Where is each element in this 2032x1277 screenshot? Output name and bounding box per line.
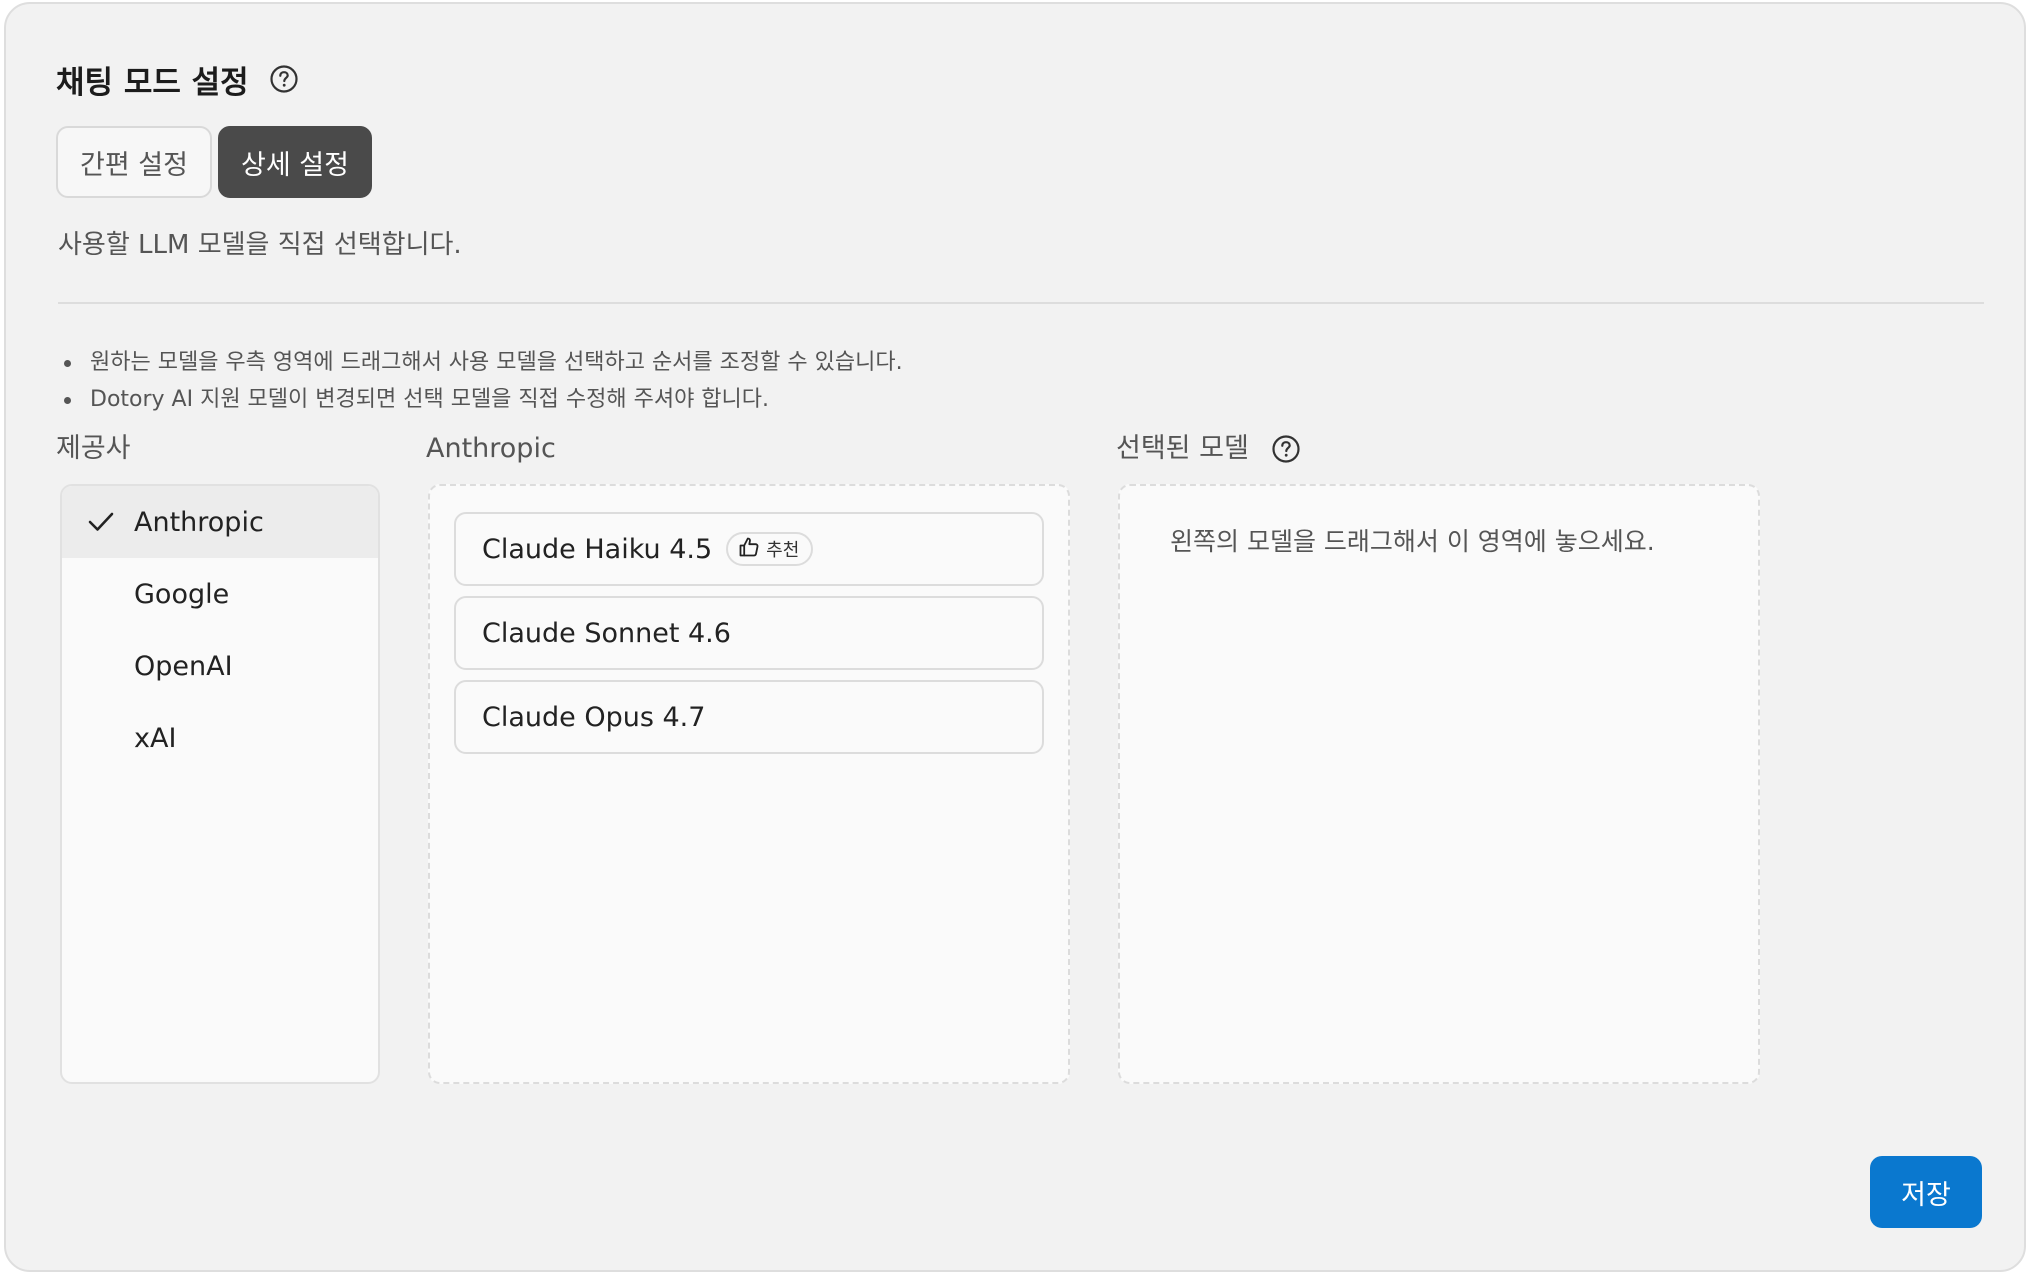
badge-label: 추천 — [766, 540, 800, 561]
model-card-claude-haiku[interactable]: Claude Haiku 4.5 추천 — [454, 512, 1044, 586]
tab-simple-settings[interactable]: 간편 설정 — [56, 126, 212, 198]
question-circle-icon[interactable] — [1271, 434, 1301, 464]
settings-mode-tabs: 간편 설정 상세 설정 — [56, 126, 372, 198]
available-models-area: Claude Haiku 4.5 추천 Claude Sonnet 4.6 Cl… — [428, 484, 1070, 1084]
provider-item-anthropic[interactable]: Anthropic — [62, 486, 378, 558]
mode-description: 사용할 LLM 모델을 직접 선택합니다. — [58, 230, 462, 260]
page-title: 채팅 모드 설정 — [56, 64, 249, 101]
tab-detailed-settings[interactable]: 상세 설정 — [218, 126, 372, 198]
models-label: Anthropic — [426, 429, 556, 469]
note-item: 원하는 모델을 우측 영역에 드래그해서 사용 모델을 선택하고 순서를 조정할… — [58, 344, 903, 381]
recommended-badge: 추천 — [726, 532, 814, 566]
drop-zone-placeholder: 왼쪽의 모델을 드래그해서 이 영역에 놓으세요. — [1170, 527, 1655, 556]
note-item: Dotory AI 지원 모델이 변경되면 선택 모델을 직접 수정해 주셔야 … — [58, 381, 903, 418]
provider-label: Google — [134, 578, 230, 610]
provider-item-xai[interactable]: xAI — [62, 702, 378, 774]
chat-mode-settings-panel: 채팅 모드 설정 간편 설정 상세 설정 사용할 LLM 모델을 직접 선택합니… — [4, 2, 2026, 1272]
save-button[interactable]: 저장 — [1870, 1156, 1982, 1228]
thumbs-up-icon — [738, 536, 760, 563]
selected-models-label: 선택된 모델 — [1116, 429, 1301, 469]
provider-item-google[interactable]: Google — [62, 558, 378, 630]
model-card-claude-opus[interactable]: Claude Opus 4.7 — [454, 680, 1044, 754]
divider — [58, 302, 1984, 304]
title-row: 채팅 모드 설정 — [56, 54, 299, 104]
check-icon — [62, 511, 134, 533]
provider-label: xAI — [134, 722, 177, 754]
model-name: Claude Sonnet 4.6 — [482, 617, 731, 649]
selected-models-label-text: 선택된 모델 — [1116, 433, 1249, 464]
provider-label: OpenAI — [134, 650, 233, 682]
question-circle-icon[interactable] — [269, 64, 299, 94]
providers-label-text: 제공사 — [56, 433, 131, 464]
provider-label: Anthropic — [134, 506, 264, 538]
notes-list: 원하는 모델을 우측 영역에 드래그해서 사용 모델을 선택하고 순서를 조정할… — [58, 344, 903, 418]
model-name: Claude Opus 4.7 — [482, 701, 706, 733]
model-card-claude-sonnet[interactable]: Claude Sonnet 4.6 — [454, 596, 1044, 670]
model-name: Claude Haiku 4.5 — [482, 533, 713, 565]
provider-item-openai[interactable]: OpenAI — [62, 630, 378, 702]
provider-list: Anthropic Google OpenAI xAI — [60, 484, 380, 1084]
models-label-text: Anthropic — [426, 433, 556, 464]
selected-models-drop-zone[interactable]: 왼쪽의 모델을 드래그해서 이 영역에 놓으세요. — [1118, 484, 1760, 1084]
providers-label: 제공사 — [56, 429, 131, 469]
